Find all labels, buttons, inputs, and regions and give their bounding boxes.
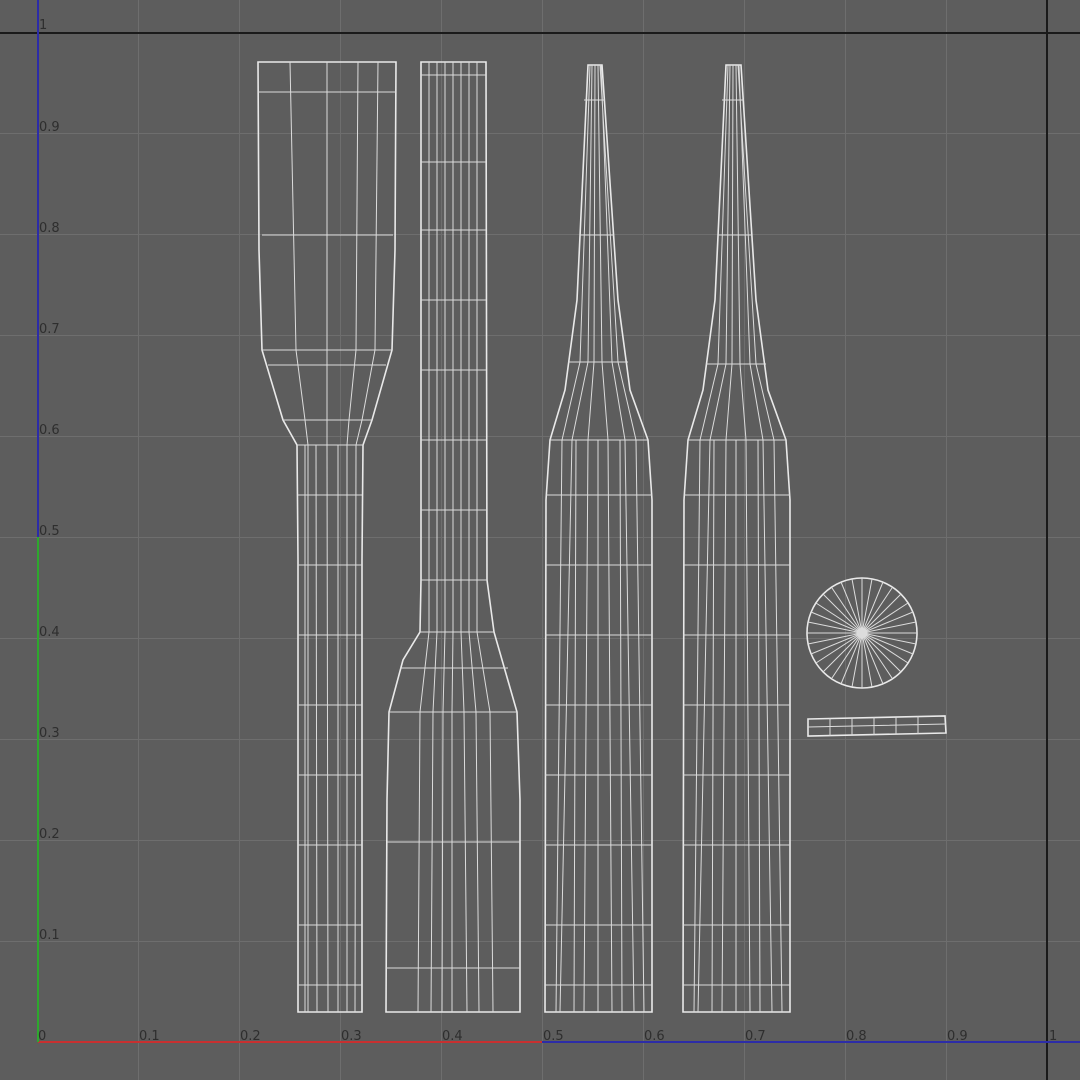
v-tick-label: 0.7: [39, 322, 60, 337]
uv-grid: [0, 0, 1080, 1080]
blade-shell-tapered-1[interactable]: [544, 64, 653, 1013]
blade-shell-tapered-2[interactable]: [682, 64, 791, 1013]
v-tick-label: 0.3: [39, 726, 60, 741]
u-tick-label: 0.4: [442, 1029, 463, 1044]
u-tick-label: 1: [1049, 1029, 1057, 1044]
u-tick-label: 0.6: [644, 1029, 665, 1044]
u-tick-label: 0.7: [745, 1029, 766, 1044]
v-tick-label: 0.2: [39, 827, 60, 842]
v-tick-label: 0.5: [39, 524, 60, 539]
v-tick-label: 0.6: [39, 423, 60, 438]
uv-editor-viewport[interactable]: 0 0.1 0.2 0.3 0.4 0.5 0.6 0.7 0.8 0.9 1 …: [0, 0, 1080, 1080]
u-tick-label: 0: [38, 1029, 46, 1044]
v-tick-label: 0.9: [39, 120, 60, 135]
u-tick-label: 0.8: [846, 1029, 867, 1044]
u-tick-label: 0.1: [139, 1029, 160, 1044]
u-tick-label: 0.3: [341, 1029, 362, 1044]
v-tick-label: 0.8: [39, 221, 60, 236]
rim-strip-shell[interactable]: [807, 715, 947, 737]
v-tick-label: 0.1: [39, 928, 60, 943]
uv-border: [0, 0, 1080, 1080]
v-tick-label: 0.4: [39, 625, 60, 640]
v-tick-labels: 0.1 0.2 0.3 0.4 0.5 0.6 0.7 0.8 0.9 1: [39, 18, 60, 943]
end-cap-disc-shell[interactable]: [806, 577, 918, 689]
u-tick-label: 0.5: [543, 1029, 564, 1044]
u-tick-label: 0.2: [240, 1029, 261, 1044]
u-tick-label: 0.9: [947, 1029, 968, 1044]
v-tick-label: 1: [39, 18, 47, 33]
